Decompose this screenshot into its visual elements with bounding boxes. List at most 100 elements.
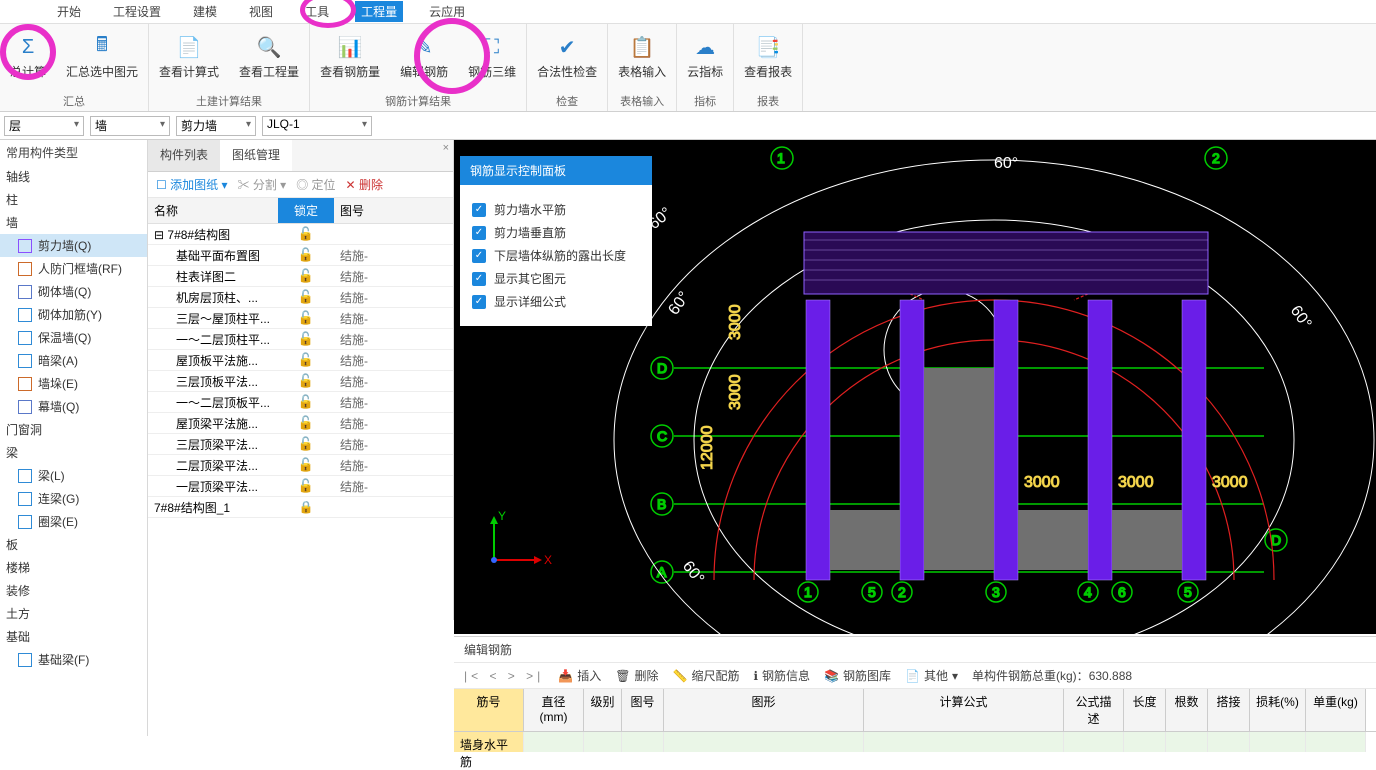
checkbox-剪力墙垂直筋[interactable]: ✓剪力墙垂直筋: [472, 224, 640, 241]
sidebar-cat-土方[interactable]: 土方: [0, 602, 147, 625]
cell[interactable]: [1250, 732, 1306, 752]
lock-icon[interactable]: 🔓: [298, 331, 314, 346]
insert-button[interactable]: 📥 插入: [558, 667, 601, 684]
lock-icon[interactable]: 🔓: [298, 310, 314, 325]
sidebar-cat-柱[interactable]: 柱: [0, 188, 147, 211]
floor-select[interactable]: 层: [4, 116, 84, 136]
sidebar-item-砌体墙(Q)[interactable]: 砌体墙(Q): [0, 280, 147, 303]
close-icon[interactable]: ×: [443, 142, 449, 154]
drawing-row[interactable]: 三层顶梁平法...🔓结施-: [148, 434, 453, 455]
menu-工程量[interactable]: 工程量: [355, 1, 403, 22]
lib-button[interactable]: 📚 钢筋图库: [824, 667, 891, 684]
drawing-row[interactable]: 三层～屋顶柱平...🔓结施-: [148, 308, 453, 329]
lock-icon[interactable]: 🔓: [298, 352, 314, 367]
drawing-row[interactable]: 机房层顶柱、...🔓结施-: [148, 287, 453, 308]
sidebar-cat-轴线[interactable]: 轴线: [0, 165, 147, 188]
tab-图纸管理[interactable]: 图纸管理: [220, 140, 292, 171]
split-button[interactable]: ✂ 分割 ▾: [237, 176, 286, 193]
menu-工程设置[interactable]: 工程设置: [107, 1, 167, 22]
drawing-row[interactable]: 一层顶梁平法...🔓结施-: [148, 476, 453, 497]
lock-icon[interactable]: 🔓: [298, 415, 314, 430]
ribbon-总计算[interactable]: Σ总计算: [0, 24, 56, 91]
sidebar-item-砌体加筋(Y)[interactable]: 砌体加筋(Y): [0, 303, 147, 326]
nav-buttons[interactable]: |< < > >|: [464, 669, 544, 683]
cell[interactable]: [622, 732, 664, 752]
checkbox-剪力墙水平筋[interactable]: ✓剪力墙水平筋: [472, 201, 640, 218]
tab-构件列表[interactable]: 构件列表: [148, 140, 220, 171]
sidebar-item-梁(L)[interactable]: 梁(L): [0, 464, 147, 487]
drawing-row[interactable]: 二层顶梁平法...🔓结施-: [148, 455, 453, 476]
drawing-row[interactable]: 柱表详图二🔓结施-: [148, 266, 453, 287]
menu-建模[interactable]: 建模: [187, 1, 223, 22]
lock-icon[interactable]: 🔓: [298, 226, 314, 241]
cell[interactable]: [584, 732, 622, 752]
cell[interactable]: [1306, 732, 1366, 752]
drawing-row[interactable]: 基础平面布置图🔓结施-: [148, 245, 453, 266]
ribbon-钢筋三维[interactable]: ⛶钢筋三维: [458, 24, 526, 91]
sidebar-item-连梁(G)[interactable]: 连梁(G): [0, 487, 147, 510]
lock-icon[interactable]: 🔓: [298, 436, 314, 451]
locate-button[interactable]: ◎ 定位: [296, 176, 335, 193]
ribbon-查看报表[interactable]: 📑查看报表: [734, 24, 802, 91]
delete-drawing-button[interactable]: ✕ 删除: [346, 176, 383, 193]
info-button[interactable]: ℹ 钢筋信息: [753, 667, 810, 684]
ribbon-编辑钢筋[interactable]: ✎编辑钢筋: [390, 24, 458, 91]
add-drawing-button[interactable]: ☐ 添加图纸 ▾: [156, 176, 227, 193]
lock-icon[interactable]: 🔓: [298, 457, 314, 472]
menu-工具[interactable]: 工具: [299, 1, 335, 22]
cell[interactable]: [1124, 732, 1166, 752]
cell[interactable]: [1208, 732, 1250, 752]
sidebar-cat-梁[interactable]: 梁: [0, 441, 147, 464]
sidebar-cat-基础[interactable]: 基础: [0, 625, 147, 648]
lock-icon[interactable]: 🔓: [298, 268, 314, 283]
comp-footer-row[interactable]: 7#8#结构图_1 🔒: [148, 497, 453, 518]
drawing-row[interactable]: 三层顶板平法...🔓结施-: [148, 371, 453, 392]
menu-开始[interactable]: 开始: [51, 1, 87, 22]
sidebar-cat-装修[interactable]: 装修: [0, 579, 147, 602]
wall-type-select[interactable]: 墙: [90, 116, 170, 136]
drawing-row[interactable]: 一～二层顶柱平...🔓结施-: [148, 329, 453, 350]
checkbox-下层墙体纵筋的露出长度[interactable]: ✓下层墙体纵筋的露出长度: [472, 247, 640, 264]
checkbox-显示其它图元[interactable]: ✓显示其它图元: [472, 270, 640, 287]
lock-icon[interactable]: 🔓: [298, 394, 314, 409]
ribbon-表格输入[interactable]: 📋表格输入: [608, 24, 676, 91]
menu-云应用[interactable]: 云应用: [423, 1, 471, 22]
sidebar-cat-墙[interactable]: 墙: [0, 211, 147, 234]
ribbon-查看工程量[interactable]: 🔍查看工程量: [229, 24, 309, 91]
sidebar-cat-门窗洞[interactable]: 门窗洞: [0, 418, 147, 441]
drawing-row[interactable]: 屋顶梁平法施...🔓结施-: [148, 413, 453, 434]
menu-视图[interactable]: 视图: [243, 1, 279, 22]
ribbon-合法性检查[interactable]: ✔合法性检查: [527, 24, 607, 91]
member-select[interactable]: JLQ-1: [262, 116, 372, 136]
lock-icon[interactable]: 🔓: [298, 373, 314, 388]
ribbon-汇总选中图元[interactable]: 🖩汇总选中图元: [56, 24, 148, 91]
drawing-row[interactable]: 一～二层顶板平...🔓结施-: [148, 392, 453, 413]
cell[interactable]: [864, 732, 1064, 752]
cell[interactable]: [664, 732, 864, 752]
rebar-grid-row[interactable]: 墙身水平筋: [454, 732, 1376, 752]
ribbon-云指标[interactable]: ☁云指标: [677, 24, 733, 91]
lock-icon[interactable]: 🔓: [298, 289, 314, 304]
sidebar-item-暗梁(A)[interactable]: 暗梁(A): [0, 349, 147, 372]
lock-icon[interactable]: 🔓: [298, 247, 314, 262]
cell[interactable]: [1064, 732, 1124, 752]
ribbon-查看计算式[interactable]: 📄查看计算式: [149, 24, 229, 91]
checkbox-显示详细公式[interactable]: ✓显示详细公式: [472, 293, 640, 310]
sidebar-item-人防门框墙(RF)[interactable]: 人防门框墙(RF): [0, 257, 147, 280]
col-lock[interactable]: 锁定: [278, 198, 334, 223]
comp-root-row[interactable]: ⊟ 7#8#结构图 🔓: [148, 224, 453, 245]
sidebar-item-保温墙(Q)[interactable]: 保温墙(Q): [0, 326, 147, 349]
sidebar-item-剪力墙(Q)[interactable]: 剪力墙(Q): [0, 234, 147, 257]
sidebar-item-基础梁(F)[interactable]: 基础梁(F): [0, 648, 147, 671]
sidebar-item-圈梁(E)[interactable]: 圈梁(E): [0, 510, 147, 533]
wall-sub-select[interactable]: 剪力墙: [176, 116, 256, 136]
lock-icon[interactable]: 🔓: [298, 478, 314, 493]
sidebar-item-幕墙(Q)[interactable]: 幕墙(Q): [0, 395, 147, 418]
lock-closed-icon[interactable]: 🔒: [299, 500, 314, 514]
other-button[interactable]: 📄 其他 ▾: [905, 667, 958, 684]
ribbon-查看钢筋量[interactable]: 📊查看钢筋量: [310, 24, 390, 91]
delete-button[interactable]: 🗑 删除: [615, 667, 658, 684]
cell[interactable]: [524, 732, 584, 752]
scale-button[interactable]: 📏 缩尺配筋: [673, 667, 740, 684]
cell[interactable]: [1166, 732, 1208, 752]
